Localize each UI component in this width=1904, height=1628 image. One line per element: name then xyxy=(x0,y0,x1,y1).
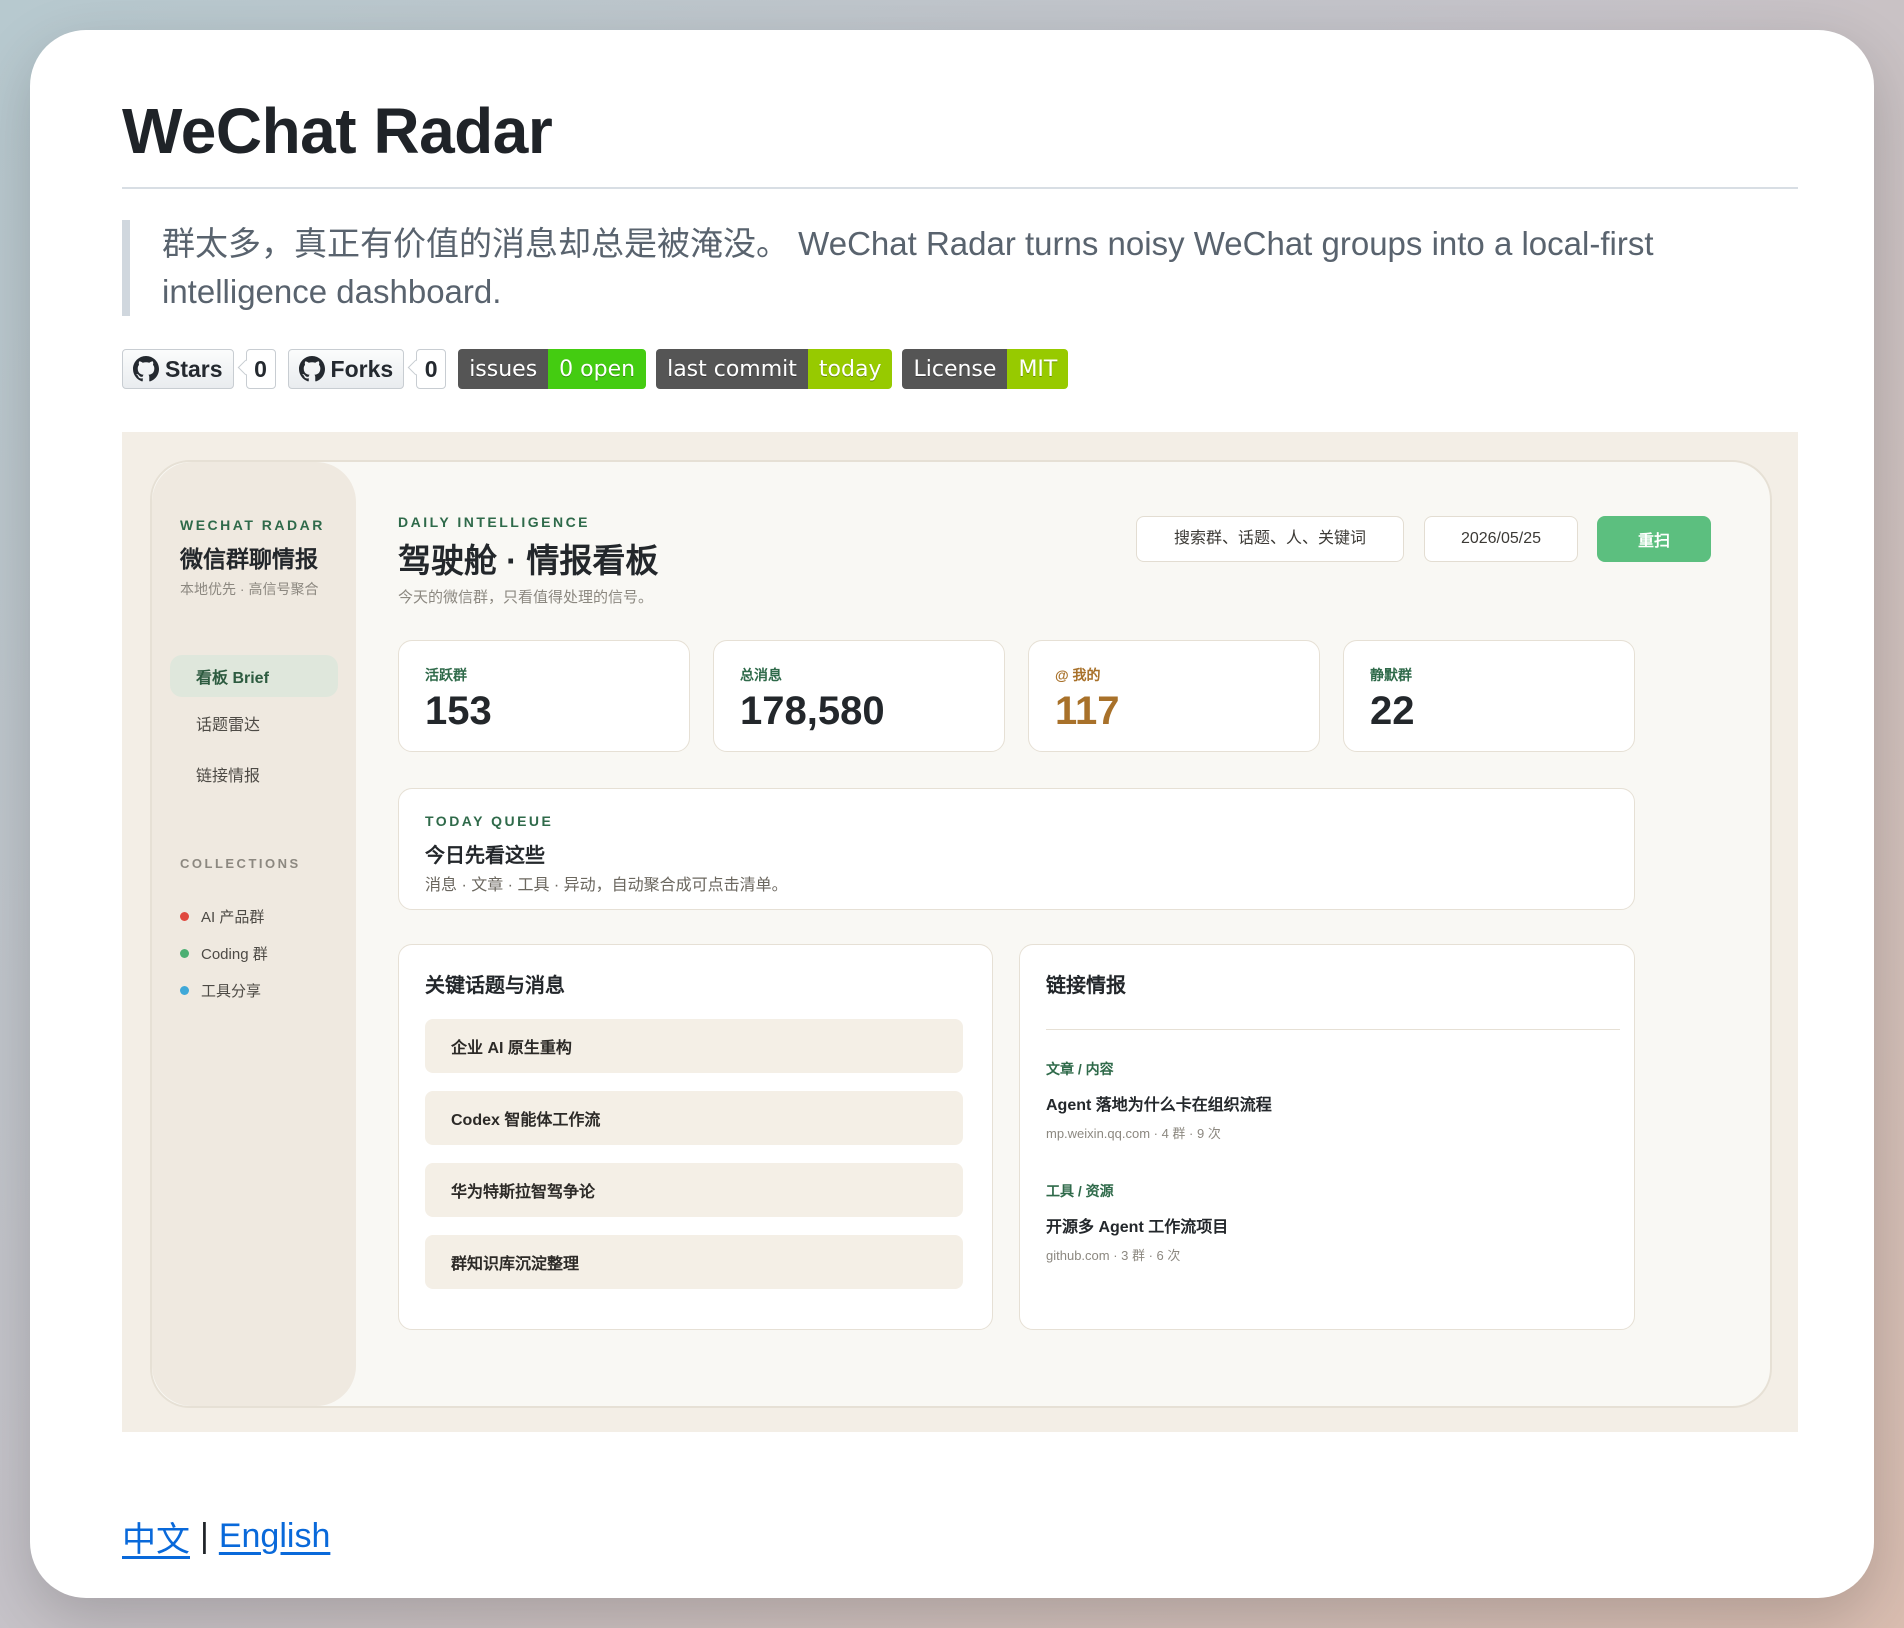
stat-label: 静默群 xyxy=(1370,667,1412,683)
forks-button[interactable]: Forks xyxy=(287,349,405,389)
stat-value: 117 xyxy=(1055,689,1120,733)
stat-value: 22 xyxy=(1370,689,1415,733)
link-category: 工具 / 资源 xyxy=(1046,1183,1114,1199)
lang-link-en[interactable]: English xyxy=(219,1517,331,1556)
nav-item-topic-radar[interactable]: 话题雷达 xyxy=(170,702,338,744)
collection-item-coding[interactable]: Coding 群 xyxy=(180,943,268,964)
issues-badge[interactable]: issues 0 open xyxy=(458,349,647,389)
collection-item-ai-product[interactable]: AI 产品群 xyxy=(180,906,264,927)
forks-label: Forks xyxy=(330,355,394,382)
stars-label: Stars xyxy=(165,355,223,382)
queue-eyebrow: TODAY QUEUE xyxy=(425,813,554,829)
sidebar: WECHAT RADAR 微信群聊情报 本地优先 · 高信号聚合 看板 Brie… xyxy=(152,462,356,1406)
collection-label: AI 产品群 xyxy=(201,909,265,926)
collection-label: Coding 群 xyxy=(201,946,268,963)
stat-card-mentions[interactable]: @ 我的 117 xyxy=(1028,640,1320,752)
queue-title: 今日先看这些 xyxy=(425,845,545,867)
github-icon xyxy=(133,356,159,382)
license-badge-label: License xyxy=(902,349,1008,389)
last-commit-badge[interactable]: last commit today xyxy=(656,349,893,389)
language-switcher: 中文 | English xyxy=(122,1512,330,1561)
search-input[interactable] xyxy=(1136,516,1404,562)
last-commit-badge-label: last commit xyxy=(656,349,808,389)
today-queue-panel[interactable]: TODAY QUEUE 今日先看这些 消息 · 文章 · 工具 · 异动，自动聚… xyxy=(398,788,1635,910)
topic-item[interactable]: 企业 AI 原生重构 xyxy=(425,1019,963,1073)
links-title: 链接情报 xyxy=(1046,975,1126,997)
link-category: 文章 / 内容 xyxy=(1046,1061,1114,1077)
stat-label: 总消息 xyxy=(740,667,782,683)
date-picker[interactable]: 2026/05/25 xyxy=(1424,516,1578,562)
topic-item[interactable]: Codex 智能体工作流 xyxy=(425,1091,963,1145)
nav-item-brief[interactable]: 看板 Brief xyxy=(170,655,338,697)
stat-card-silent-groups[interactable]: 静默群 22 xyxy=(1343,640,1635,752)
tagline-quote: 群太多，真正有价值的消息却总是被淹没。 WeChat Radar turns n… xyxy=(122,220,1722,316)
status-dot xyxy=(180,949,189,958)
link-meta: mp.weixin.qq.com · 4 群 · 9 次 xyxy=(1046,1126,1221,1141)
stars-button[interactable]: Stars xyxy=(122,349,234,389)
collection-item-tools[interactable]: 工具分享 xyxy=(180,980,261,1001)
stat-value: 178,580 xyxy=(740,689,885,733)
links-panel: 链接情报 文章 / 内容 Agent 落地为什么卡在组织流程 mp.weixin… xyxy=(1019,944,1635,1330)
forks-count[interactable]: 0 xyxy=(416,349,447,389)
readme-card: WeChat Radar 群太多，真正有价值的消息却总是被淹没。 WeChat … xyxy=(30,30,1874,1598)
brand-title: 微信群聊情报 xyxy=(180,546,318,572)
topic-item[interactable]: 华为特斯拉智驾争论 xyxy=(425,1163,963,1217)
stars-count[interactable]: 0 xyxy=(245,349,276,389)
stat-card-active-groups[interactable]: 活跃群 153 xyxy=(398,640,690,752)
page-title: WeChat Radar xyxy=(122,95,553,167)
license-badge[interactable]: License MIT xyxy=(902,349,1069,389)
collections-heading: COLLECTIONS xyxy=(180,856,301,871)
nav-item-link-intel[interactable]: 链接情报 xyxy=(170,753,338,795)
github-icon xyxy=(298,356,325,382)
stat-label: @ 我的 xyxy=(1055,667,1101,683)
stat-label: 活跃群 xyxy=(425,667,467,683)
brand-eyebrow: WECHAT RADAR xyxy=(180,517,325,533)
topics-title: 关键话题与消息 xyxy=(425,975,565,997)
link-meta: github.com · 3 群 · 6 次 xyxy=(1046,1248,1181,1263)
queue-subtitle: 消息 · 文章 · 工具 · 异动，自动聚合成可点击清单。 xyxy=(425,877,788,894)
header-eyebrow: DAILY INTELLIGENCE xyxy=(398,514,591,530)
rescan-button[interactable]: 重扫 xyxy=(1597,516,1711,562)
brand-subtitle: 本地优先 · 高信号聚合 xyxy=(180,581,319,597)
status-dot xyxy=(180,912,189,921)
topic-item[interactable]: 群知识库沉淀整理 xyxy=(425,1235,963,1289)
links-divider xyxy=(1046,1029,1620,1030)
dashboard-subtitle: 今天的微信群，只看值得处理的信号。 xyxy=(398,589,654,606)
stat-card-total-messages[interactable]: 总消息 178,580 xyxy=(713,640,1005,752)
topics-panel: 关键话题与消息 企业 AI 原生重构 Codex 智能体工作流 华为特斯拉智驾争… xyxy=(398,944,993,1330)
last-commit-badge-value: today xyxy=(807,349,893,389)
dashboard-title: 驾驶舱 · 情报看板 xyxy=(398,542,659,579)
link-title[interactable]: 开源多 Agent 工作流项目 xyxy=(1046,1213,1228,1237)
dashboard-screenshot: WECHAT RADAR 微信群聊情报 本地优先 · 高信号聚合 看板 Brie… xyxy=(122,432,1798,1432)
lang-link-zh[interactable]: 中文 xyxy=(122,1512,190,1561)
license-badge-value: MIT xyxy=(1007,349,1069,389)
link-title[interactable]: Agent 落地为什么卡在组织流程 xyxy=(1046,1091,1272,1115)
dashboard-window: WECHAT RADAR 微信群聊情报 本地优先 · 高信号聚合 看板 Brie… xyxy=(150,460,1772,1408)
lang-separator: | xyxy=(200,1517,209,1555)
collection-label: 工具分享 xyxy=(201,983,262,1000)
title-divider xyxy=(122,187,1798,189)
badge-row: Stars 0 Forks 0 issues 0 open last commi… xyxy=(122,348,1069,390)
issues-badge-label: issues xyxy=(458,349,549,389)
stat-value: 153 xyxy=(425,689,492,733)
status-dot xyxy=(180,986,189,995)
issues-badge-value: 0 open xyxy=(548,349,647,389)
